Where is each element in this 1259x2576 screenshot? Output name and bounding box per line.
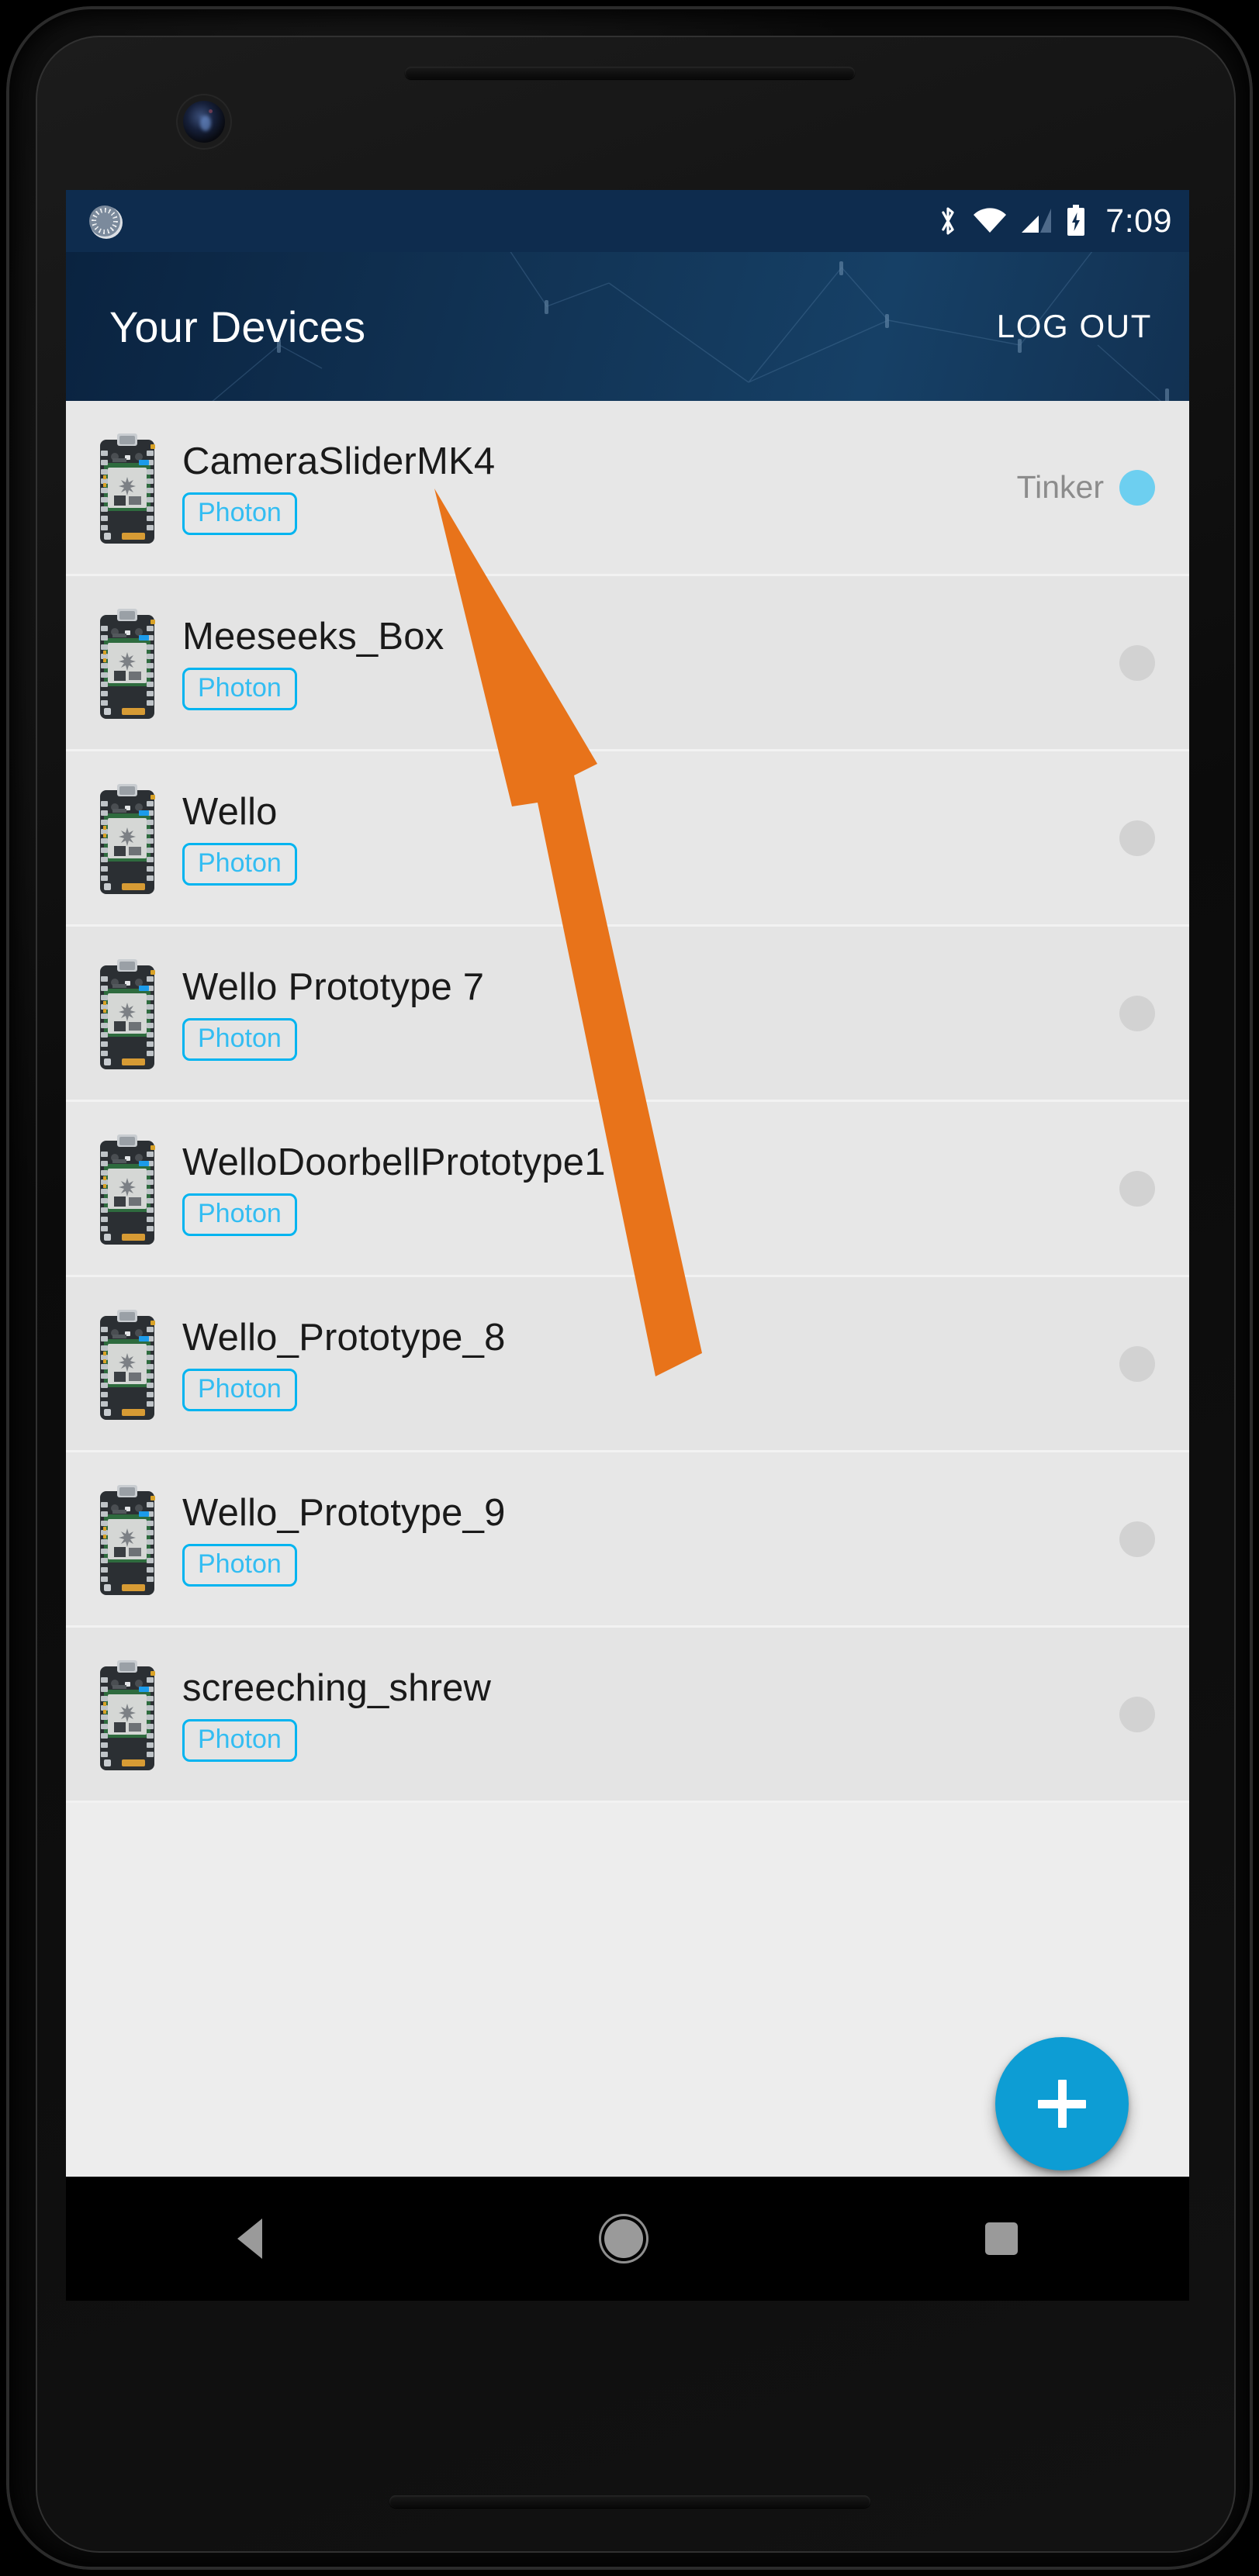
- photon-board-icon: [94, 1130, 161, 1248]
- photon-board-icon: [94, 429, 161, 547]
- screenshot-root: 7:09 Your Devices LOG OUT CameraSliderMK…: [0, 0, 1259, 2576]
- status-indicator-dot: [1119, 1521, 1155, 1557]
- status-indicator-dot: [1119, 644, 1155, 681]
- photon-board-icon: [94, 779, 161, 897]
- device-type-badge: Photon: [182, 668, 297, 710]
- photon-board-icon: [94, 1305, 161, 1423]
- photon-board-icon: [94, 955, 161, 1072]
- device-status: [1104, 995, 1155, 1031]
- battery-charging-icon: [1067, 205, 1085, 236]
- device-status: [1104, 1696, 1155, 1732]
- front-camera-icon: [183, 101, 225, 143]
- device-name: CameraSliderMK4: [182, 440, 496, 482]
- device-name: Wello_Prototype_8: [182, 1317, 506, 1359]
- recents-icon[interactable]: [985, 2222, 1019, 2255]
- status-indicator-dot: [1119, 995, 1155, 1031]
- device-type-badge: Photon: [182, 1544, 297, 1587]
- phone-screen: 7:09 Your Devices LOG OUT CameraSliderMK…: [66, 190, 1189, 2301]
- wifi-icon: [974, 208, 1007, 233]
- photon-board-icon: [94, 1480, 161, 1598]
- device-list-item[interactable]: Wello Photon: [66, 751, 1189, 927]
- device-info: screeching_shrew Photon: [182, 1666, 1104, 1762]
- app-bar: Your Devices LOG OUT: [66, 252, 1189, 401]
- camera-sensor-dot: [209, 109, 213, 113]
- device-list-item[interactable]: Wello Prototype 7 Photon: [66, 927, 1189, 1102]
- earpiece-speaker: [404, 67, 855, 79]
- device-status: [1104, 644, 1155, 681]
- device-type-badge: Photon: [182, 843, 297, 886]
- device-list-item[interactable]: Wello_Prototype_9 Photon: [66, 1452, 1189, 1628]
- device-type-badge: Photon: [182, 1719, 297, 1762]
- camera-glint: [199, 116, 211, 132]
- particle-app-icon: [89, 205, 120, 237]
- device-name: screeching_shrew: [182, 1667, 492, 1709]
- add-device-button[interactable]: [995, 2037, 1129, 2170]
- device-info: Wello Photon: [182, 790, 1104, 886]
- photon-board-icon: [94, 1656, 161, 1773]
- device-info: WelloDoorbellPrototype1 Photon: [182, 1141, 1104, 1236]
- device-status: [1104, 1521, 1155, 1557]
- device-list[interactable]: CameraSliderMK4 Photon Tinker Meeseeks_B…: [66, 401, 1189, 1803]
- device-info: CameraSliderMK4 Photon: [182, 440, 1017, 535]
- status-bar-clock: 7:09: [1105, 202, 1172, 240]
- android-status-bar: 7:09: [66, 190, 1189, 252]
- bluetooth-icon: [942, 207, 954, 235]
- device-status: [1104, 820, 1155, 856]
- device-list-item[interactable]: WelloDoorbellPrototype1 Photon: [66, 1102, 1189, 1277]
- device-list-item[interactable]: CameraSliderMK4 Photon Tinker: [66, 401, 1189, 576]
- device-list-item[interactable]: screeching_shrew Photon: [66, 1628, 1189, 1803]
- photon-board-icon: [94, 604, 161, 722]
- log-out-button[interactable]: LOG OUT: [992, 297, 1157, 356]
- device-type-badge: Photon: [182, 492, 297, 535]
- device-list-item[interactable]: Meeseeks_Box Photon: [66, 576, 1189, 751]
- device-status: [1104, 1170, 1155, 1207]
- bottom-speaker: [389, 2495, 870, 2508]
- device-status: [1104, 1345, 1155, 1382]
- device-type-badge: Photon: [182, 1018, 297, 1061]
- device-type-badge: Photon: [182, 1193, 297, 1236]
- status-indicator-dot: [1119, 1696, 1155, 1732]
- device-type-badge: Photon: [182, 1369, 297, 1411]
- device-name: Wello Prototype 7: [182, 966, 485, 1008]
- device-name: Wello: [182, 791, 278, 833]
- plus-icon: [1038, 2080, 1086, 2128]
- status-bar-notifications: [89, 205, 120, 237]
- device-info: Wello Prototype 7 Photon: [182, 965, 1104, 1061]
- device-name: WelloDoorbellPrototype1: [182, 1141, 606, 1183]
- status-indicator-dot: [1119, 1345, 1155, 1382]
- status-bar-system-icons: 7:09: [936, 202, 1172, 240]
- device-mode-label: Tinker: [1016, 469, 1104, 505]
- device-list-item[interactable]: Wello_Prototype_8 Photon: [66, 1277, 1189, 1452]
- android-navigation-bar: [66, 2177, 1189, 2301]
- device-info: Meeseeks_Box Photon: [182, 615, 1104, 710]
- cellular-signal-icon: [1022, 209, 1052, 233]
- device-name: Meeseeks_Box: [182, 616, 444, 658]
- device-info: Wello_Prototype_9 Photon: [182, 1491, 1104, 1587]
- status-indicator-dot: [1119, 469, 1155, 506]
- back-icon[interactable]: [237, 2219, 262, 2259]
- device-status: Tinker: [1017, 469, 1155, 506]
- device-name: Wello_Prototype_9: [182, 1492, 506, 1534]
- page-title: Your Devices: [109, 302, 366, 351]
- status-indicator-dot: [1119, 1170, 1155, 1207]
- device-info: Wello_Prototype_8 Photon: [182, 1316, 1104, 1411]
- status-indicator-dot: [1119, 820, 1155, 856]
- home-icon[interactable]: [604, 2219, 643, 2258]
